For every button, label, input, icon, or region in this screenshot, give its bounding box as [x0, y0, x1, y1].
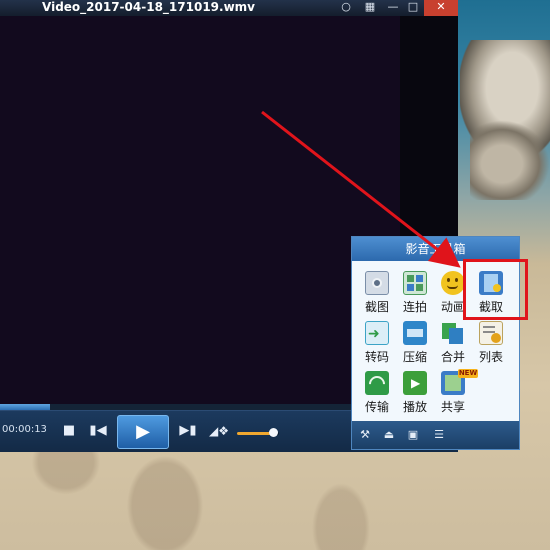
highlight-box — [463, 259, 528, 320]
volume-knob[interactable] — [268, 428, 278, 437]
volume-slider[interactable] — [237, 428, 279, 437]
tool-share[interactable]: 共享 — [434, 371, 472, 421]
grid-icon — [403, 271, 427, 295]
camera-icon — [365, 271, 389, 295]
tool-label: 共享 — [440, 400, 465, 414]
film-play-icon: ▶ — [403, 371, 427, 395]
tool-screenshot[interactable]: 截图 — [358, 271, 396, 321]
volume-icon[interactable]: ◢❖ — [209, 421, 229, 441]
play-icon: ▶ — [136, 421, 150, 442]
convert-icon: ➜ — [365, 321, 389, 345]
tool-transcode[interactable]: ➜ 转码 — [358, 321, 396, 371]
tool-list[interactable]: 列表 — [472, 321, 510, 371]
compress-icon — [403, 321, 427, 345]
tool-compress[interactable]: 压缩 — [396, 321, 434, 371]
gif-smiley-icon — [441, 271, 465, 295]
tool-label: 压缩 — [402, 350, 427, 364]
wrench-icon[interactable]: ⚒ — [356, 426, 374, 444]
time-display: 00:00:13 — [2, 424, 47, 435]
video-area[interactable] — [0, 16, 400, 404]
previous-icon[interactable]: ▮◀ — [88, 421, 108, 441]
maximize-icon[interactable]: □ — [401, 0, 425, 16]
toolbox-title: 影音工具箱 — [352, 237, 519, 261]
tool-label: 传输 — [364, 400, 389, 414]
title-bar[interactable]: Video_2017-04-18_171019.wmv ○ ▦ — □ ✕ — [0, 0, 458, 16]
tool-burst[interactable]: 连拍 — [396, 271, 434, 321]
eject-icon[interactable]: ⏏ — [380, 426, 398, 444]
skin-icon[interactable]: ▣ — [404, 426, 422, 444]
volume-fill — [237, 432, 273, 435]
chat-icon[interactable]: ○ — [334, 0, 358, 16]
stop-icon[interactable]: ■ — [59, 421, 79, 441]
menu-icon[interactable]: ▦ — [358, 0, 382, 16]
tool-label: 合并 — [440, 350, 465, 364]
rock-formation-lower — [470, 120, 550, 200]
playlist-icon[interactable]: ☰ — [430, 426, 448, 444]
tool-transfer[interactable]: 传输 — [358, 371, 396, 421]
tool-play[interactable]: ▶ 播放 — [396, 371, 434, 421]
merge-icon — [441, 321, 465, 345]
next-icon[interactable]: ▶▮ — [178, 421, 198, 441]
tool-label: 连拍 — [402, 300, 427, 314]
new-badge: NEW — [458, 369, 478, 378]
tool-label: 转码 — [364, 350, 389, 364]
window-title: Video_2017-04-18_171019.wmv — [42, 0, 255, 14]
tool-label: 截图 — [364, 300, 389, 314]
tool-label: 列表 — [478, 350, 503, 364]
tool-label: 播放 — [402, 400, 427, 414]
play-button[interactable]: ▶ — [117, 415, 169, 449]
list-gear-icon — [479, 321, 503, 345]
toolbox-footer: ⚒ ⏏ ▣ ☰ — [352, 421, 519, 449]
close-icon[interactable]: ✕ — [424, 0, 458, 16]
tool-merge[interactable]: 合并 — [434, 321, 472, 371]
wifi-transfer-icon — [365, 371, 389, 396]
